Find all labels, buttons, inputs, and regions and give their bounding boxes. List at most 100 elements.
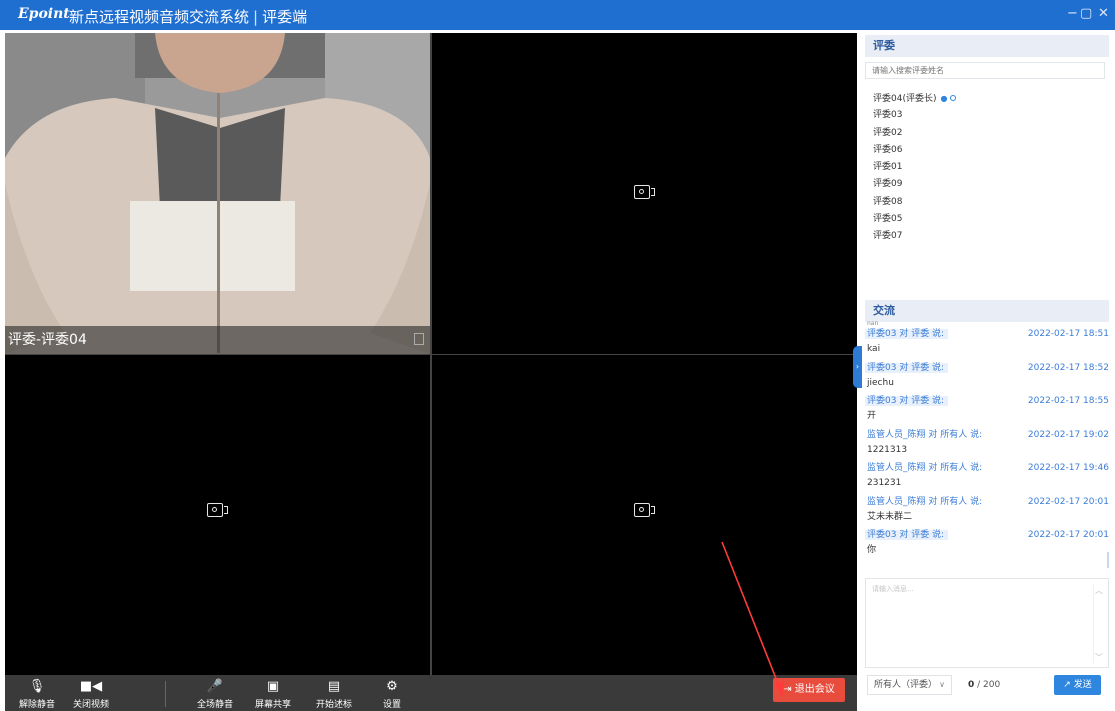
chat-time: 2022-02-17 18:55 <box>1027 396 1109 406</box>
camera-feed-image <box>5 33 430 354</box>
chat-message: 评委03 对 评委 说: 2022-02-17 20:01 你 <box>865 527 1109 561</box>
chat-time: 2022-02-17 18:51 <box>1027 329 1109 339</box>
video-tile-empty[interactable] <box>5 355 430 675</box>
right-sidebar: 评委 评委04(评委长)● 评委03 评委02 评委06 评委01 评委09 评… <box>862 30 1115 711</box>
unmute-label: 解除静音 <box>18 700 55 710</box>
char-count-max: / 200 <box>977 680 1001 690</box>
judge-item[interactable]: 评委02 <box>873 125 956 142</box>
start-bid-label: 开始述标 <box>315 700 352 710</box>
app-subtitle: 评委端 <box>262 8 308 26</box>
camera-status-icon <box>950 95 957 101</box>
chat-icon: ▤ <box>327 679 341 694</box>
char-counter: 0 / 200 <box>968 675 1000 695</box>
start-bid-button[interactable]: ▤ 开始述标 <box>312 675 356 711</box>
chat-message-list[interactable]: 评委03 对 评委 说: 2022-02-17 18:51 kai 评委03 对 … <box>865 326 1109 574</box>
chat-body: jiechu <box>867 377 894 388</box>
chat-sender: 评委03 对 评委 说: <box>865 329 949 339</box>
share-arrow-icon: ↗ <box>1063 680 1074 690</box>
chat-message: 监管人员_陈翔 对 所有人 说: 2022-02-17 19:02 1221313 <box>865 427 1109 461</box>
send-button[interactable]: ↗ 发送 <box>1054 675 1101 695</box>
exit-meeting-label: 退出会议 <box>794 684 835 695</box>
chat-message: 评委03 对 评委 说: 2022-02-17 18:51 kai <box>865 326 1109 360</box>
judge-search-input[interactable] <box>865 62 1105 79</box>
monitor-icon: ▣ <box>266 679 280 694</box>
close-icon[interactable]: ✕ <box>1098 6 1109 21</box>
exit-meeting-button[interactable]: ⇥ 退出会议 <box>773 678 845 702</box>
chat-message: 评委03 对 评委 说: 2022-02-17 18:55 开 <box>865 393 1109 427</box>
toolbar-divider <box>165 681 166 707</box>
app-title: 新点远程视频音频交流系统 | 评委端 <box>69 6 307 27</box>
app-logo: Epoint <box>18 6 70 22</box>
sidebar-collapse-tab[interactable]: › <box>853 346 862 388</box>
mute-all-label: 全场静音 <box>196 700 233 710</box>
chat-sender: 评委03 对 评委 说: <box>865 530 949 540</box>
video-tile-self[interactable]: 评委-评委04 <box>5 33 430 354</box>
judge-item[interactable]: 评委04(评委长) ● <box>873 90 957 107</box>
chat-body: kai <box>867 344 881 354</box>
chat-sender: 监管人员_陈翔 对 所有人 说: <box>867 496 983 507</box>
meeting-toolbar: 🎙 解除静音 ■◀ 关闭视频 🎤 全场静音 ▣ 屏幕共享 ▤ 开始述标 ⚙ 设置… <box>5 675 857 711</box>
chat-body: 231231 <box>867 478 902 488</box>
judge-item[interactable]: 评委03 <box>873 107 956 124</box>
recipient-select[interactable]: 所有人（评委） ∨ <box>867 675 952 695</box>
close-video-button[interactable]: ■◀ 关闭视频 <box>71 675 111 711</box>
chat-message: 监管人员_陈翔 对 所有人 说: 2022-02-17 19:46 231231 <box>865 460 1109 494</box>
chat-time: 2022-02-17 19:02 <box>1027 429 1109 440</box>
maximize-icon[interactable]: ▢ <box>1080 6 1092 21</box>
mic-icon: 🎤 <box>206 679 224 694</box>
gear-icon: ⚙ <box>386 679 398 694</box>
judge-item[interactable]: 评委09 <box>873 176 956 193</box>
chat-body: 1221313 <box>867 444 908 455</box>
judge-item[interactable]: 评委07 <box>873 228 956 245</box>
participant-name: 评委-评委04 <box>8 332 87 348</box>
judge-item[interactable]: 评委01 <box>873 159 956 176</box>
judge-item[interactable]: 评委06 <box>873 142 956 159</box>
person-icon: ● <box>940 94 948 103</box>
video-tile-empty[interactable] <box>432 33 857 354</box>
chat-sender: 监管人员_陈翔 对 所有人 说: <box>867 429 983 440</box>
video-tile-label: 评委-评委04 <box>5 326 430 354</box>
judges-panel-header: 评委 <box>865 35 1109 57</box>
minimize-icon[interactable]: − <box>1067 6 1078 21</box>
chat-body: 艾未未群二 <box>867 511 913 522</box>
send-label: 发送 <box>1073 680 1092 690</box>
video-placeholder-icon <box>634 185 656 199</box>
video-camera-icon: ■◀ <box>79 679 103 694</box>
chat-time: 2022-02-17 20:01 <box>1027 530 1109 540</box>
settings-label: 设置 <box>382 700 401 710</box>
chat-time: 2022-02-17 18:52 <box>1027 362 1109 373</box>
chat-scrollbar[interactable] <box>1107 552 1109 568</box>
chat-time: 2022-02-17 19:46 <box>1027 463 1109 473</box>
chat-body: 你 <box>867 545 877 555</box>
screen-share-button[interactable]: ▣ 屏幕共享 <box>253 675 293 711</box>
chat-panel-header: 交流 <box>865 300 1109 322</box>
chat-sender: 监管人员_陈翔 对 所有人 说: <box>867 463 983 473</box>
chat-message: 评委03 对 评委 说: 2022-02-17 18:52 jiechu <box>865 360 1109 394</box>
mic-status-icon <box>414 333 424 345</box>
chevron-down-icon[interactable]: ﹀ <box>1094 652 1104 663</box>
recipient-value: 所有人（评委） <box>874 680 938 690</box>
title-separator: | <box>253 8 259 26</box>
input-scrollbar[interactable]: ︿ ﹀ <box>1093 585 1103 663</box>
char-count-current: 0 <box>968 680 975 690</box>
chevron-up-icon[interactable]: ︿ <box>1094 585 1104 596</box>
screen-share-label: 屏幕共享 <box>254 700 291 710</box>
judge-list: 评委04(评委长) ● 评委03 评委02 评委06 评委01 评委09 评委08… <box>873 90 957 246</box>
chevron-down-icon: ∨ <box>939 680 945 689</box>
settings-button[interactable]: ⚙ 设置 <box>377 675 407 711</box>
judge-item[interactable]: 评委08 <box>873 194 956 211</box>
video-tile-empty[interactable] <box>432 355 857 675</box>
exit-icon: ⇥ <box>783 684 795 695</box>
chat-body: 开 <box>867 411 877 421</box>
chat-input-placeholder: 请输入消息... <box>872 585 914 593</box>
chat-time: 2022-02-17 20:01 <box>1027 496 1109 507</box>
unmute-button[interactable]: 🎙 解除静音 <box>17 675 57 711</box>
chat-message-input[interactable]: 请输入消息... ︿ ﹀ <box>865 578 1109 668</box>
chat-sender: 评委03 对 评委 说: <box>865 362 949 373</box>
grid-divider <box>5 354 857 355</box>
mic-off-icon: 🎙 <box>28 679 46 694</box>
video-grid: 评委-评委04 <box>5 33 857 675</box>
app-title-text: 新点远程视频音频交流系统 <box>69 8 250 26</box>
judge-item[interactable]: 评委05 <box>873 211 956 228</box>
mute-all-button[interactable]: 🎤 全场静音 <box>195 675 235 711</box>
